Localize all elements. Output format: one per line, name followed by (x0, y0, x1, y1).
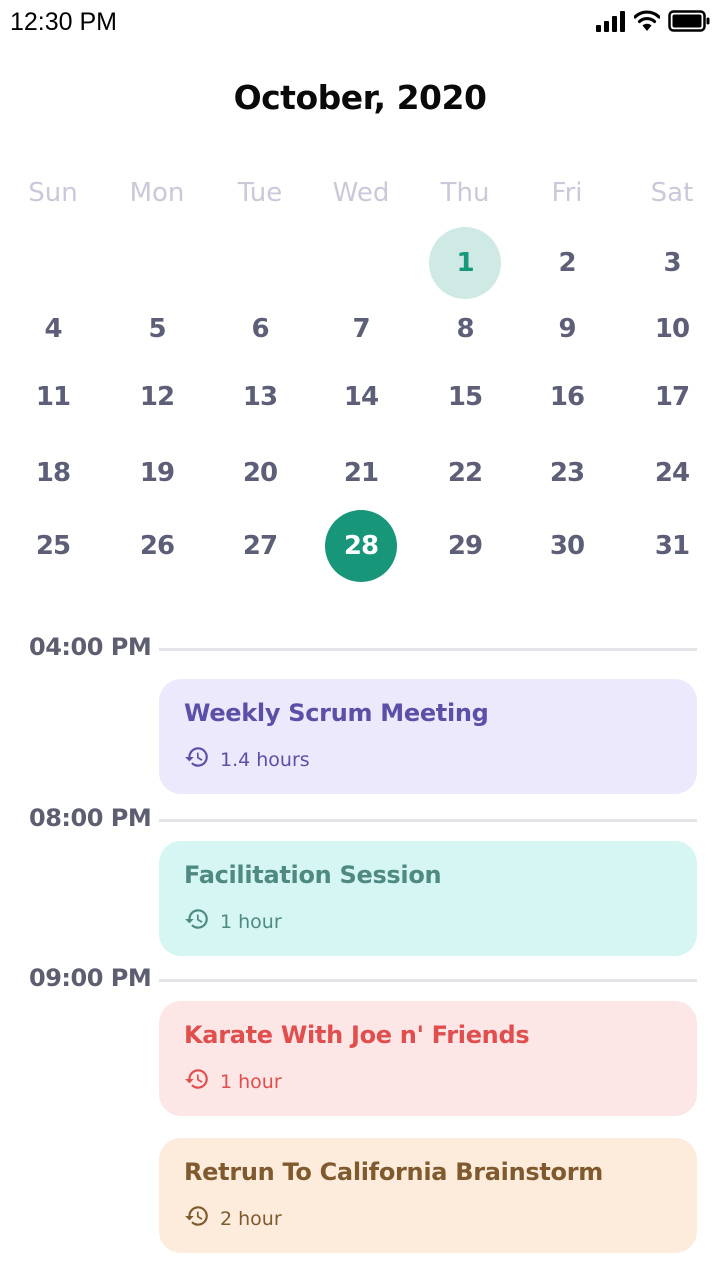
day-cell[interactable]: 10 (636, 293, 708, 365)
day-cell[interactable]: 23 (531, 437, 603, 509)
event-duration: 1.4 hours (184, 744, 672, 775)
event-card[interactable]: Karate With Joe n' Friends 1 hour (159, 1001, 697, 1116)
signal-icon (596, 10, 626, 37)
event-duration-text: 1.4 hours (220, 748, 310, 771)
time-slot-label: 09:00 PM (29, 964, 152, 992)
time-slot: 08:00 PM (0, 804, 720, 834)
weekday-label: Fri (551, 178, 583, 208)
event-duration: 1 hour (184, 906, 672, 937)
day-cell[interactable]: 20 (224, 437, 296, 509)
day-cell[interactable]: 31 (636, 510, 708, 582)
day-cell[interactable]: 18 (17, 437, 89, 509)
day-cell[interactable]: 24 (636, 437, 708, 509)
day-cell[interactable]: 17 (636, 361, 708, 433)
event-duration: 1 hour (184, 1066, 672, 1097)
event-duration-text: 1 hour (220, 1070, 282, 1093)
day-cell[interactable]: 29 (429, 510, 501, 582)
time-slot-divider (159, 819, 697, 822)
event-title: Karate With Joe n' Friends (184, 1021, 530, 1049)
history-icon (184, 906, 210, 937)
event-title: Weekly Scrum Meeting (184, 699, 489, 727)
day-cell[interactable]: 30 (531, 510, 603, 582)
event-title: Retrun To California Brainstorm (184, 1158, 603, 1186)
weekday-label: Thu (440, 178, 490, 208)
status-icons (596, 10, 710, 37)
event-duration-text: 1 hour (220, 910, 282, 933)
time-slot: 09:00 PM (0, 964, 720, 994)
day-cell-today[interactable]: 1 (429, 227, 501, 299)
time-slot: 04:00 PM (0, 633, 720, 663)
day-cell[interactable]: 4 (17, 293, 89, 365)
weekday-label: Wed (332, 178, 390, 208)
day-cell[interactable]: 7 (325, 293, 397, 365)
time-slot-divider (159, 979, 697, 982)
time-slot-label: 04:00 PM (29, 633, 152, 661)
event-title: Facilitation Session (184, 861, 442, 889)
weekday-label: Mon (129, 178, 185, 208)
day-cell[interactable]: 16 (531, 361, 603, 433)
day-cell[interactable]: 3 (636, 227, 708, 299)
day-cell[interactable]: 26 (121, 510, 193, 582)
day-cell[interactable]: 14 (325, 361, 397, 433)
weekday-label: Sat (650, 178, 694, 208)
day-cell[interactable]: 5 (121, 293, 193, 365)
history-icon (184, 1203, 210, 1234)
time-slot-label: 08:00 PM (29, 804, 152, 832)
day-cell[interactable]: 8 (429, 293, 501, 365)
day-cell[interactable]: 27 (224, 510, 296, 582)
day-cell[interactable]: 19 (121, 437, 193, 509)
history-icon (184, 1066, 210, 1097)
time-slot-divider (159, 648, 697, 651)
weekday-label: Tue (237, 178, 283, 208)
day-cell[interactable]: 25 (17, 510, 89, 582)
wifi-icon (633, 10, 661, 37)
day-cell-selected[interactable]: 28 (325, 510, 397, 582)
event-duration: 2 hour (184, 1203, 672, 1234)
day-cell[interactable]: 12 (121, 361, 193, 433)
day-cell[interactable]: 9 (531, 293, 603, 365)
status-time: 12:30 PM (10, 8, 118, 36)
day-cell[interactable]: 15 (429, 361, 501, 433)
event-card[interactable]: Retrun To California Brainstorm 2 hour (159, 1138, 697, 1253)
weekday-label: Sun (28, 178, 78, 208)
month-title: October, 2020 (233, 78, 487, 117)
day-cell[interactable]: 21 (325, 437, 397, 509)
event-duration-text: 2 hour (220, 1207, 282, 1230)
day-cell[interactable]: 11 (17, 361, 89, 433)
day-cell[interactable]: 22 (429, 437, 501, 509)
day-cell[interactable]: 2 (531, 227, 603, 299)
battery-icon (668, 10, 710, 37)
event-card[interactable]: Weekly Scrum Meeting 1.4 hours (159, 679, 697, 794)
day-cell[interactable]: 6 (224, 293, 296, 365)
status-bar: 12:30 PM (0, 0, 720, 44)
day-cell[interactable]: 13 (224, 361, 296, 433)
history-icon (184, 744, 210, 775)
event-card[interactable]: Facilitation Session 1 hour (159, 841, 697, 956)
